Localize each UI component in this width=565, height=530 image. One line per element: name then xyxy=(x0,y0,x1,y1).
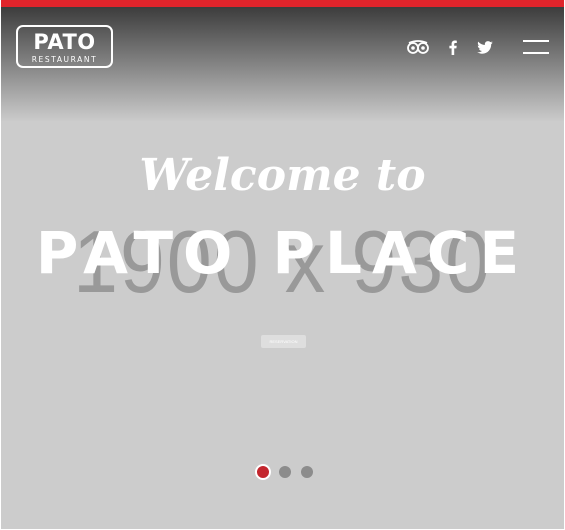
hamburger-menu-icon[interactable] xyxy=(523,38,551,58)
tripadvisor-link[interactable] xyxy=(406,36,430,58)
hero-cta-button[interactable]: RESERVATION xyxy=(261,335,306,348)
logo[interactable]: PATO RESTAURANT xyxy=(16,25,113,68)
hero-title: PATO PLACE xyxy=(35,219,530,287)
hero-welcome: Welcome to xyxy=(139,150,426,201)
twitter-icon xyxy=(477,40,493,54)
menu-line xyxy=(523,52,549,54)
slide-dot-1[interactable] xyxy=(255,464,271,480)
top-accent-bar xyxy=(1,0,564,7)
slide-dot-2[interactable] xyxy=(279,466,291,478)
tripadvisor-icon xyxy=(407,40,429,54)
logo-name: PATO xyxy=(33,30,96,54)
logo-subtitle: RESTAURANT xyxy=(31,55,98,64)
slide-dot-3[interactable] xyxy=(301,466,313,478)
facebook-link[interactable] xyxy=(446,36,460,58)
facebook-icon xyxy=(449,40,457,55)
hero-slider: 1900 x 930 PATO RESTAURANT Welcome to PA… xyxy=(1,0,564,529)
menu-line xyxy=(523,40,549,42)
twitter-link[interactable] xyxy=(475,36,495,58)
